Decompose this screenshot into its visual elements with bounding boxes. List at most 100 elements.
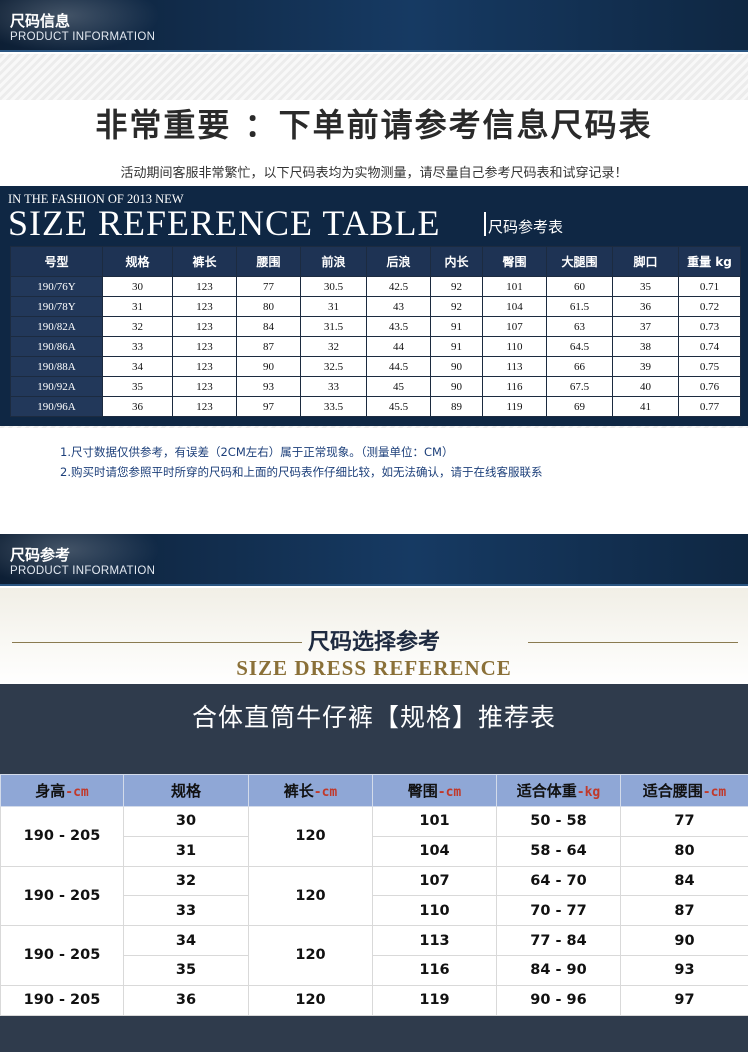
spec-value-cell: 119 [482, 396, 547, 417]
spec-value-cell: 123 [172, 276, 237, 297]
spec-value-cell: 77 [236, 276, 301, 297]
waist-cell: 80 [620, 835, 748, 867]
waist-cell: 93 [620, 954, 748, 986]
spec-value-cell: 123 [172, 376, 237, 397]
spec-model-cell: 190/88A [10, 356, 103, 377]
spec-value-cell: 107 [482, 316, 547, 337]
hip-cell: 116 [372, 954, 497, 986]
note-item: 1.尺寸数据仅供参考，有误差（2CM左右）属于正常现象。（测量单位：CM） [60, 445, 454, 459]
spec-value-cell: 39 [612, 356, 679, 377]
section-header-size-ref: 尺码参考 PRODUCT INFORMATION [0, 534, 748, 586]
recommend-title: 合体直筒牛仔裤【规格】推荐表 [191, 703, 556, 732]
spec-value-cell: 90 [430, 376, 483, 397]
spec-value-cell: 32 [300, 336, 367, 357]
header-unit: -cm [313, 785, 338, 800]
spec-header-cell: 前浪 [300, 246, 367, 277]
spec-header-cell: 脚口 [612, 246, 679, 277]
spec-header-cell: 臀围 [482, 246, 547, 277]
hip-cell: 113 [372, 925, 497, 956]
weight-cell: 64 - 70 [496, 865, 621, 897]
spec-value-cell: 38 [612, 336, 679, 357]
size-spec-table: 号型 规格 裤长 腰围 前浪 后浪 内长 臀围 大腿围 脚口 重量 kg 190/76Y 30 123 7… [10, 246, 741, 417]
recommend-header-row: 身高-cm 规格 裤长-cm 臀围-cm 适合体重-kg 适合腰围-cm [0, 774, 748, 807]
spec-value-cell: 30 [102, 276, 173, 297]
spec-value-cell: 67.5 [546, 376, 613, 397]
spec-value-cell: 92 [430, 296, 483, 317]
spec-value-cell: 36 [102, 396, 173, 417]
spec-value-cell: 90 [430, 356, 483, 377]
spec-header-cell: 规格 [102, 246, 173, 277]
spec-value-cell: 123 [172, 316, 237, 337]
header-unit: -kg [576, 785, 601, 800]
header-label: 臀围 [407, 782, 438, 800]
spec-value-cell: 91 [430, 336, 483, 357]
spec-value-cell: 45 [366, 376, 431, 397]
spec-value-cell: 37 [612, 316, 679, 337]
recommend-row: 190 - 205 36 120 119 90 - 96 97 [0, 984, 748, 1016]
section-title-en: PRODUCT INFORMATION [10, 565, 156, 577]
weight-cell: 84 - 90 [496, 954, 621, 986]
spec-header-cell: 腰围 [236, 246, 301, 277]
header-label: 适合腰围 [642, 782, 703, 800]
spec-value-cell: 60 [546, 276, 613, 297]
section-title-cn: 尺码参考 [10, 546, 71, 564]
spec-cell: 31 [123, 835, 249, 867]
spec-value-cell: 61.5 [546, 296, 613, 317]
hip-cell: 119 [372, 984, 497, 1016]
spec-model-cell: 190/82A [10, 316, 103, 337]
spec-model-cell: 190/86A [10, 336, 103, 357]
spec-value-cell: 36 [612, 296, 679, 317]
important-headline: 非常重要 ：下单前请参考信息尺码表 [95, 106, 653, 144]
spec-value-cell: 0.77 [678, 396, 741, 417]
header-unit: -cm [65, 785, 89, 800]
spec-value-cell: 44.5 [366, 356, 431, 377]
hip-cell: 104 [372, 835, 497, 867]
title-separator [484, 212, 486, 236]
spec-value-cell: 0.73 [678, 316, 741, 337]
spec-row: 190/78Y 31 123 80 31 43 92 104 61.5 36 0.72 [10, 296, 741, 317]
recommend-row: 190 - 205 34 120 113 77 - 84 90 [0, 925, 748, 986]
recommend-header-cell: 裤长-cm [248, 774, 373, 807]
spec-value-cell: 89 [430, 396, 483, 417]
section-title-cn: 尺码信息 [10, 12, 71, 30]
spec-value-cell: 35 [612, 276, 679, 297]
spec-value-cell: 41 [612, 396, 679, 417]
recommend-header-cell: 适合体重-kg [496, 774, 621, 807]
weight-cell: 50 - 58 [496, 806, 621, 837]
hip-cell: 107 [372, 865, 497, 897]
spec-header-cell: 内长 [430, 246, 483, 277]
spec-value-cell: 84 [236, 316, 301, 337]
weight-cell: 58 - 64 [496, 835, 621, 867]
spec-value-cell: 34 [102, 356, 173, 377]
spec-value-cell: 113 [482, 356, 547, 377]
recommend-table: 身高-cm 规格 裤长-cm 臀围-cm 适合体重-kg 适合腰围-cm 190 - 20… [0, 774, 748, 1016]
waist-cell: 84 [620, 865, 748, 897]
spec-value-cell: 32.5 [300, 356, 367, 377]
section-header-product-info: 尺码信息 PRODUCT INFORMATION [0, 0, 748, 52]
spec-value-cell: 0.71 [678, 276, 741, 297]
spec-value-cell: 87 [236, 336, 301, 357]
waist-cell: 87 [620, 895, 748, 927]
weight-cell: 77 - 84 [496, 925, 621, 956]
header-label: 裤长 [283, 782, 314, 800]
waist-cell: 90 [620, 925, 748, 956]
spec-value-cell: 31 [102, 296, 173, 317]
spec-value-cell: 123 [172, 356, 237, 377]
height-cell: 190 - 205 [0, 925, 124, 986]
spec-value-cell: 32 [102, 316, 173, 337]
spec-value-cell: 0.74 [678, 336, 741, 357]
spec-value-cell: 66 [546, 356, 613, 377]
spec-cell: 35 [123, 954, 249, 986]
spec-model-cell: 190/96A [10, 396, 103, 417]
spec-value-cell: 0.75 [678, 356, 741, 377]
dress-title-en: SIZE DRESS REFERENCE [236, 656, 512, 680]
spec-table-header-row: 号型 规格 裤长 腰围 前浪 后浪 内长 臀围 大腿围 脚口 重量 kg [10, 246, 741, 277]
spec-cell: 33 [123, 895, 249, 927]
spec-value-cell: 31 [300, 296, 367, 317]
spec-value-cell: 30.5 [300, 276, 367, 297]
spec-row: 190/92A 35 123 93 33 45 90 116 67.5 40 0.76 [10, 376, 741, 397]
waist-cell: 77 [620, 806, 748, 837]
spec-row: 190/96A 36 123 97 33.5 45.5 89 119 69 41 0.77 [10, 396, 741, 417]
measurement-notice: 活动期间客服非常繁忙，以下尺码表均为实物测量，请尽量自己参考尺码表和试穿记录！ [120, 166, 628, 181]
spec-row: 190/88A 34 123 90 32.5 44.5 90 113 66 39 0.75 [10, 356, 741, 377]
